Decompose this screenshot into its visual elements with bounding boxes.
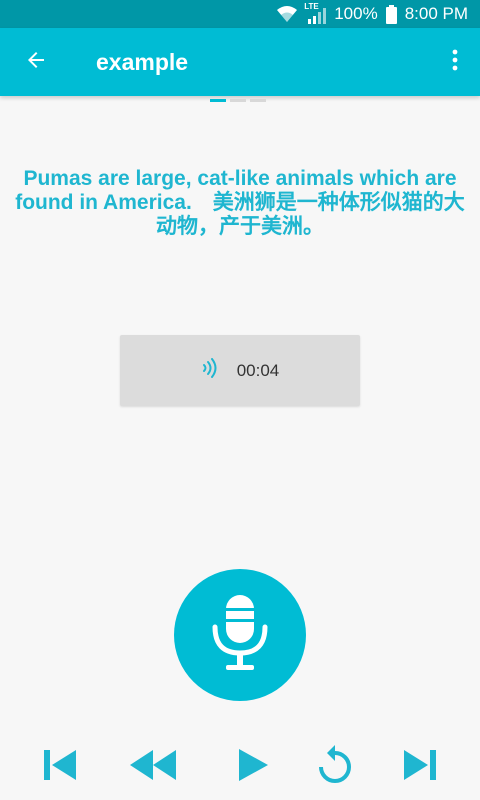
page-dot xyxy=(250,99,266,102)
rewind-icon xyxy=(129,749,177,786)
audio-duration: 00:04 xyxy=(236,360,280,380)
sentence-text: Pumas are large, cat-like animals which … xyxy=(15,167,465,238)
lte-signal-icon: LTE xyxy=(304,2,327,24)
speaker-wave-icon xyxy=(201,358,217,383)
skip-previous-icon xyxy=(43,749,77,786)
page-dot-active xyxy=(210,99,226,102)
microphone-icon xyxy=(210,593,270,678)
app-bar: example xyxy=(0,28,480,96)
record-button[interactable] xyxy=(174,569,306,701)
skip-next-icon xyxy=(403,749,437,786)
page-indicator xyxy=(210,99,266,102)
back-button[interactable] xyxy=(12,38,60,86)
status-indicators: LTE 100% 8:00 PM xyxy=(276,0,468,28)
arrow-back-icon xyxy=(24,48,48,77)
page-dot xyxy=(230,99,246,102)
more-vert-icon xyxy=(452,49,458,76)
replay-icon xyxy=(317,744,353,790)
status-bar: LTE 100% 8:00 PM xyxy=(0,0,480,28)
skip-next-button[interactable] xyxy=(395,742,445,792)
audio-clip-button[interactable]: 00:04 xyxy=(120,335,360,406)
clock: 8:00 PM xyxy=(404,4,468,23)
skip-previous-button[interactable] xyxy=(35,742,85,792)
battery-level: 100% xyxy=(334,4,378,23)
wifi-icon xyxy=(276,5,298,23)
replay-button[interactable] xyxy=(310,742,360,792)
play-icon xyxy=(237,748,269,787)
rewind-button[interactable] xyxy=(128,742,178,792)
play-button[interactable] xyxy=(228,742,278,792)
battery-icon xyxy=(385,4,397,24)
lte-label: LTE xyxy=(304,2,319,11)
overflow-menu-button[interactable] xyxy=(440,38,470,86)
app-title: example xyxy=(96,49,189,75)
playback-controls xyxy=(0,742,480,792)
